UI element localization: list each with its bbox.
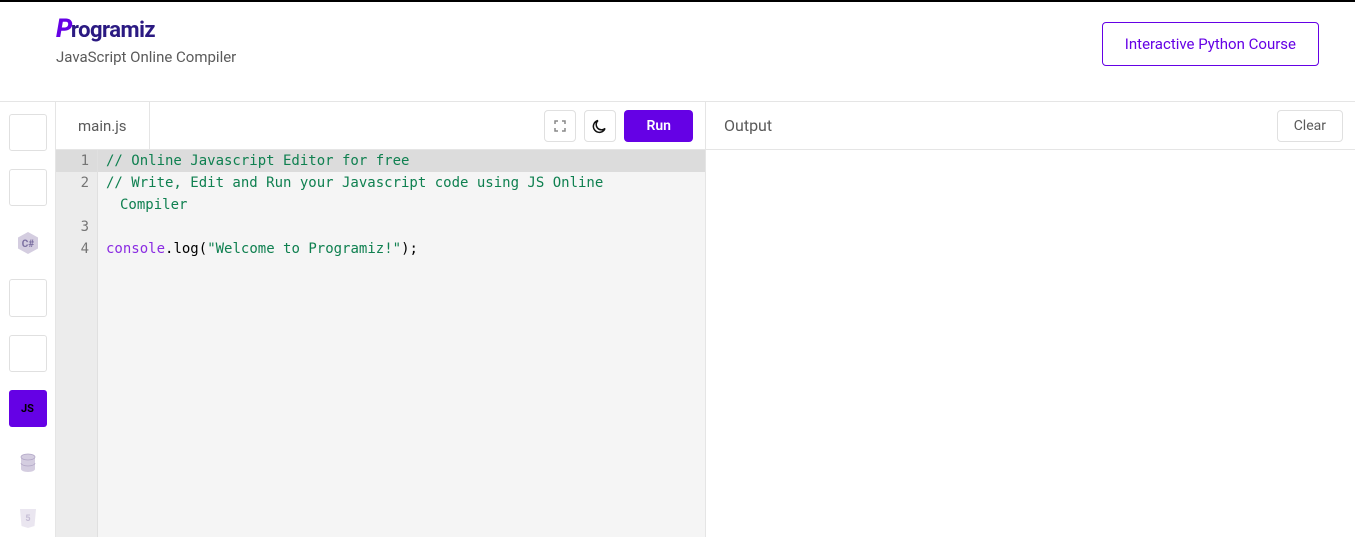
expand-icon (552, 118, 568, 134)
js-label: JS (21, 402, 34, 415)
interactive-course-button[interactable]: Interactive Python Course (1102, 22, 1319, 66)
sidebar-item-java[interactable] (9, 279, 47, 316)
theme-toggle-button[interactable] (584, 110, 616, 142)
output-header: Output Clear (706, 102, 1355, 150)
expand-button[interactable] (544, 110, 576, 142)
html5-icon: 5 (17, 507, 39, 529)
line-number: 4 (56, 238, 97, 260)
editor-header: main.js Run (56, 102, 705, 150)
sidebar-item-c[interactable] (9, 335, 47, 372)
line-number-wrap (56, 194, 97, 216)
code-line (98, 216, 705, 238)
header-left: Programiz JavaScript Online Compiler (56, 14, 236, 66)
logo[interactable]: Programiz (56, 14, 236, 44)
line-number: 3 (56, 216, 97, 238)
sidebar-item-sql[interactable] (9, 445, 47, 482)
svg-text:C#: C# (21, 239, 34, 250)
line-number: 1 (56, 150, 97, 172)
code-line-wrap: Compiler (98, 194, 705, 216)
header: Programiz JavaScript Online Compiler Int… (0, 2, 1355, 102)
line-gutter: 1 2 3 4 (56, 150, 98, 537)
page-subtitle: JavaScript Online Compiler (56, 48, 236, 66)
sidebar-item-r[interactable] (9, 169, 47, 206)
line-number: 2 (56, 172, 97, 194)
output-content (706, 150, 1355, 537)
code-line: // Write, Edit and Run your Javascript c… (98, 172, 705, 194)
logo-text: rogramiz (71, 18, 155, 43)
logo-p-letter: P (56, 14, 72, 44)
code-editor[interactable]: 1 2 3 4 // Online Javascript Editor for … (56, 150, 705, 537)
database-icon (18, 453, 38, 473)
code-content[interactable]: // Online Javascript Editor for free // … (98, 150, 705, 537)
code-line: // Online Javascript Editor for free (98, 150, 705, 172)
sidebar-item-csharp[interactable]: C# (9, 224, 47, 261)
run-button[interactable]: Run (624, 110, 693, 142)
file-tab[interactable]: main.js (56, 102, 150, 149)
main-area: C# JS 5 main.js (0, 102, 1355, 537)
sidebar-item-js[interactable]: JS (9, 390, 47, 427)
output-panel: Output Clear (706, 102, 1355, 537)
editor-panel: main.js Run 1 2 (56, 102, 706, 537)
sidebar: C# JS 5 (0, 102, 56, 537)
sidebar-item-html[interactable]: 5 (9, 500, 47, 537)
output-label: Output (706, 116, 772, 135)
svg-text:5: 5 (25, 514, 30, 524)
clear-button[interactable]: Clear (1277, 110, 1343, 142)
code-line: console.log("Welcome to Programiz!"); (98, 238, 705, 260)
moon-icon (592, 118, 608, 134)
sidebar-item-python[interactable] (9, 114, 47, 151)
csharp-icon: C# (16, 231, 40, 255)
